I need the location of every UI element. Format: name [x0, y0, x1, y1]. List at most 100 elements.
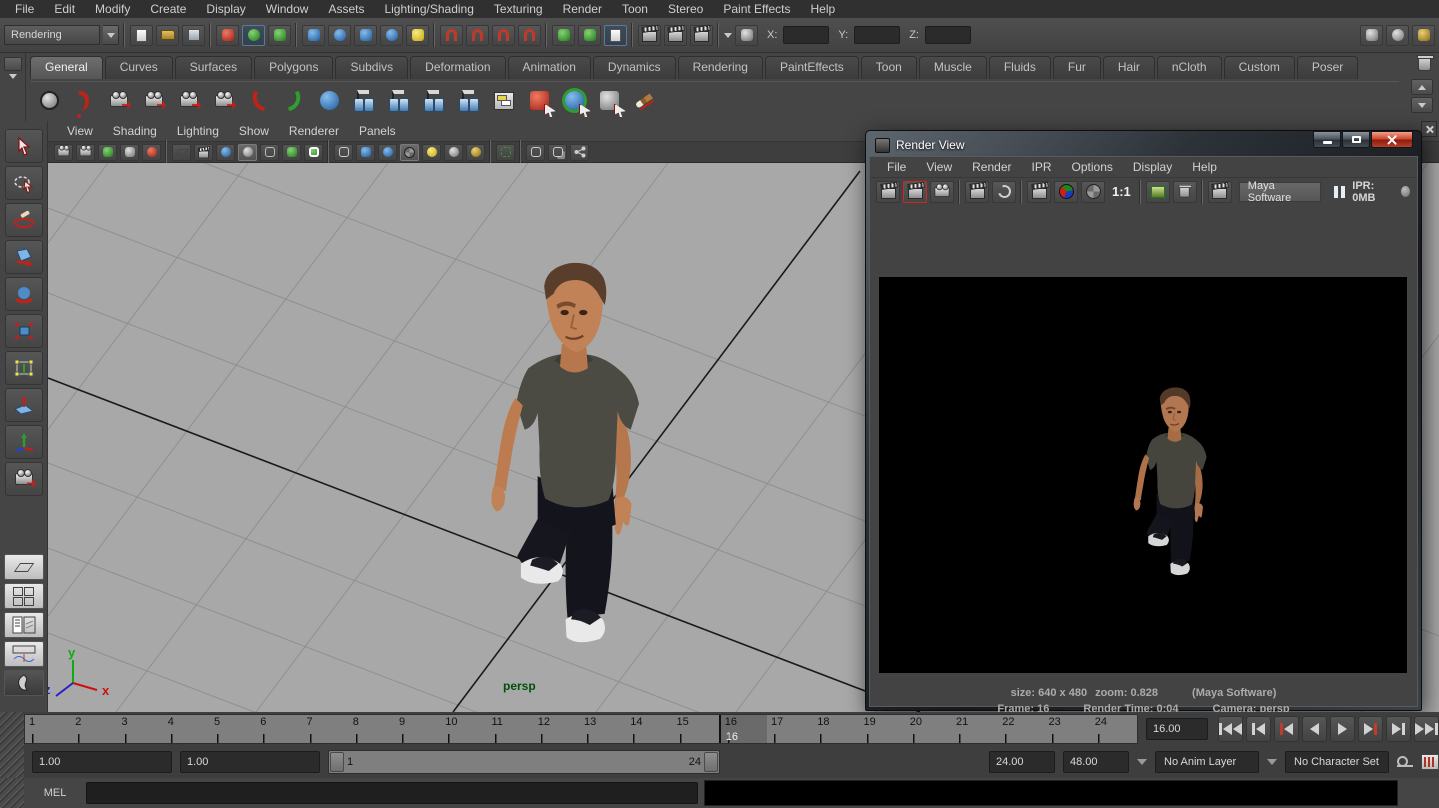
- character-viewport[interactable]: [491, 263, 639, 642]
- shelf-tab-deformation[interactable]: Deformation: [410, 56, 505, 79]
- frame-21[interactable]: 21: [952, 715, 998, 743]
- camera-select-icon[interactable]: [54, 144, 73, 161]
- range-slider-grip[interactable]: [0, 746, 24, 778]
- universal-manipulator-tool-icon[interactable]: [5, 351, 43, 385]
- sphere-box-cursor-icon[interactable]: [559, 86, 589, 116]
- mel-input-field[interactable]: [86, 782, 698, 804]
- time-slider-grip[interactable]: [0, 712, 24, 746]
- animation-start-field[interactable]: [32, 751, 172, 773]
- shelf-tab-fur[interactable]: Fur: [1053, 56, 1101, 79]
- select-by-component-icon[interactable]: [268, 25, 291, 46]
- transform-axis-icon[interactable]: [735, 25, 758, 46]
- shelf-delete-icon[interactable]: [1418, 57, 1431, 71]
- menu-window[interactable]: Window: [257, 1, 318, 17]
- shelf-tab-subdivs[interactable]: Subdivs: [335, 56, 408, 79]
- frame-24[interactable]: 24: [1091, 715, 1137, 743]
- rotate-tool-icon[interactable]: [5, 277, 43, 311]
- collapse-transform-fields-icon[interactable]: [724, 33, 732, 38]
- snap-to-view-plane-icon[interactable]: [380, 25, 403, 46]
- refresh-image-icon[interactable]: [992, 181, 1016, 203]
- panel-menu-show[interactable]: Show: [230, 122, 278, 140]
- shelf-tab-muscle[interactable]: Muscle: [919, 56, 987, 79]
- question-mark-icon[interactable]: [69, 86, 99, 116]
- playback-start-field[interactable]: [180, 751, 320, 773]
- rv-menu-ipr[interactable]: IPR: [1023, 158, 1061, 176]
- rv-menu-display[interactable]: Display: [1124, 158, 1181, 176]
- joint-chain-2-icon[interactable]: [384, 86, 414, 116]
- image-plane-icon[interactable]: [120, 144, 139, 161]
- input-connections-icon[interactable]: [552, 25, 575, 46]
- shelf-scroll-up-icon[interactable]: [1411, 79, 1433, 95]
- snap-to-curve-icon[interactable]: [328, 25, 351, 46]
- attribute-editor-toggle-icon[interactable]: [1412, 25, 1435, 46]
- shelf-tab-hair[interactable]: Hair: [1103, 56, 1155, 79]
- shelf-tab-general[interactable]: General: [30, 56, 103, 79]
- panel-menu-view[interactable]: View: [58, 122, 102, 140]
- step-back-key-icon[interactable]: [1274, 716, 1299, 742]
- undo-arrow-icon[interactable]: [244, 86, 274, 116]
- select-by-object-icon[interactable]: [242, 25, 265, 46]
- make-live-icon[interactable]: [406, 25, 429, 46]
- playback-options-arrow-icon[interactable]: [1137, 759, 1147, 765]
- red-cube-cursor-icon[interactable]: [524, 86, 554, 116]
- shelf-tab-animation[interactable]: Animation: [508, 56, 591, 79]
- frame-19[interactable]: 19: [860, 715, 906, 743]
- yellow-light-icon[interactable]: [422, 144, 441, 161]
- hypergraph-persp-layout-icon[interactable]: [4, 670, 44, 696]
- keep-image-icon[interactable]: [1146, 181, 1170, 203]
- frame-12[interactable]: 12: [534, 715, 580, 743]
- shelf-tab-poser[interactable]: Poser: [1297, 56, 1358, 79]
- shelf-tab-rendering[interactable]: Rendering: [678, 56, 763, 79]
- scale-tool-icon[interactable]: [5, 314, 43, 348]
- frame-11[interactable]: 11: [488, 715, 534, 743]
- shelf-tab-custom[interactable]: Custom: [1224, 56, 1295, 79]
- anim-layer-dropdown[interactable]: No Anim Layer: [1155, 751, 1259, 773]
- snap-magnet-curve-icon[interactable]: [466, 25, 489, 46]
- output-connections-icon[interactable]: [578, 25, 601, 46]
- range-end-handle[interactable]: [704, 752, 718, 772]
- snap-magnet-point-icon[interactable]: [492, 25, 515, 46]
- snap-magnet-plane-icon[interactable]: [518, 25, 541, 46]
- rv-menu-view[interactable]: View: [917, 158, 961, 176]
- open-scene-icon[interactable]: [156, 25, 179, 46]
- joint-chain-3-icon[interactable]: [419, 86, 449, 116]
- film-reel-icon[interactable]: [34, 86, 64, 116]
- render-current-frame-icon[interactable]: [638, 25, 661, 46]
- wireframe-cube-icon[interactable]: [334, 144, 353, 161]
- panel-menu-shading[interactable]: Shading: [104, 122, 166, 140]
- use-all-lights-icon[interactable]: [400, 144, 419, 161]
- snap-to-grid-icon[interactable]: [302, 25, 325, 46]
- frame-4[interactable]: 4: [164, 715, 210, 743]
- channel-box-toggle-icon[interactable]: [1360, 25, 1383, 46]
- go-to-end-icon[interactable]: [1414, 716, 1439, 742]
- render-view-window[interactable]: Render View FileViewRenderIPROptionsDisp…: [865, 130, 1422, 711]
- node-graph-icon[interactable]: [489, 86, 519, 116]
- menu-create[interactable]: Create: [141, 1, 195, 17]
- menu-help[interactable]: Help: [802, 1, 845, 17]
- current-time-field[interactable]: [1146, 718, 1208, 740]
- outliner-persp-layout-icon[interactable]: [4, 612, 44, 638]
- menu-assets[interactable]: Assets: [319, 1, 373, 17]
- go-to-start-icon[interactable]: [1218, 716, 1243, 742]
- render-current-frame-icon[interactable]: [876, 181, 900, 203]
- construction-history-icon[interactable]: [604, 25, 627, 46]
- minimize-button[interactable]: [1313, 131, 1341, 148]
- selection-highlight-icon[interactable]: [496, 144, 515, 161]
- alpha-channel-icon[interactable]: [1081, 181, 1105, 203]
- rgb-channels-icon[interactable]: [1054, 181, 1078, 203]
- shaded-cube-icon[interactable]: [356, 144, 375, 161]
- frame-15[interactable]: 15: [673, 715, 719, 743]
- render-canvas[interactable]: [879, 277, 1407, 673]
- menu-lighting-shading[interactable]: Lighting/Shading: [375, 1, 482, 17]
- anim-layer-arrow-icon[interactable]: [1267, 759, 1277, 765]
- rv-menu-render[interactable]: Render: [963, 158, 1020, 176]
- y-coordinate-field[interactable]: [854, 26, 900, 44]
- wireframe-icon[interactable]: [260, 144, 279, 161]
- frame-8[interactable]: 8: [349, 715, 395, 743]
- overlap-cubes-icon[interactable]: [548, 144, 567, 161]
- lasso-select-tool-icon[interactable]: [5, 166, 43, 200]
- ipr-render-icon[interactable]: [965, 181, 989, 203]
- panel-close-icon[interactable]: [1421, 121, 1437, 137]
- frame-7[interactable]: 7: [303, 715, 349, 743]
- animation-end-field[interactable]: [1063, 751, 1129, 773]
